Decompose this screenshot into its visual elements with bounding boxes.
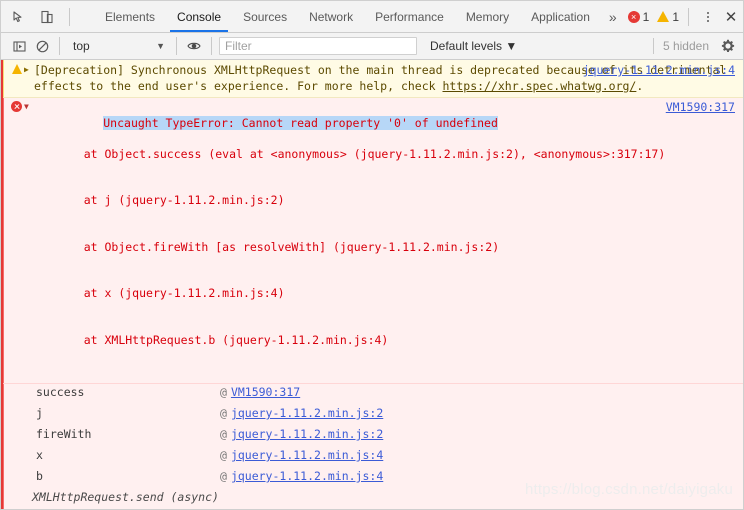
stack-frame-row[interactable]: x @ jquery-1.11.2.min.js:4 <box>4 448 743 469</box>
console-sidebar-eye-icon[interactable] <box>184 36 204 56</box>
filterbar-divider-3 <box>211 37 212 55</box>
frame-function-name: success <box>36 385 85 399</box>
stack-frame-row[interactable]: j @ jquery-1.11.2.min.js:2 <box>4 406 743 427</box>
panel-tabs: Elements Console Sources Network Perform… <box>94 1 625 32</box>
frame-function-name: fireWith <box>36 427 92 441</box>
console-left-accent <box>1 60 3 509</box>
log-levels-dropdown[interactable]: Default levels ▼ <box>430 39 517 53</box>
execution-context-selector[interactable]: top ▼ <box>67 39 169 53</box>
error-source-link[interactable]: VM1590:317 <box>666 100 735 114</box>
filterbar-divider-2 <box>176 37 177 55</box>
tabbar-right-divider <box>688 7 690 26</box>
frame-source-link[interactable]: jquery-1.11.2.min.js:2 <box>231 406 383 420</box>
frame-function-name: b <box>36 469 43 483</box>
warning-count-label: 1 <box>672 9 680 24</box>
chevron-down-icon: ▼ <box>156 41 165 51</box>
frame-at-symbol: @ <box>220 469 227 483</box>
frame-at-symbol: @ <box>220 427 227 441</box>
stack-frame-row[interactable]: fireWith @ jquery-1.11.2.min.js:2 <box>4 427 743 448</box>
close-icon[interactable]: ✕ <box>721 7 741 27</box>
tab-performance-label: Performance <box>375 9 444 24</box>
console-filter-bar: top ▼ Default levels ▼ 5 hidden <box>1 33 743 60</box>
stack-frame-list: success @ VM1590:317 j @ jquery-1.11.2.m… <box>1 384 743 509</box>
error-count-label: 1 <box>642 9 650 24</box>
tab-application-label: Application <box>531 9 590 24</box>
warning-text-part2: . <box>636 78 644 93</box>
clear-console-icon[interactable] <box>32 36 52 56</box>
tab-console-label: Console <box>177 9 222 24</box>
console-warning-message[interactable]: jquery-1.11.2.min.js:4 ▶ [Deprecation] S… <box>1 60 743 98</box>
kebab-menu-icon[interactable] <box>699 7 717 27</box>
tabbar-left-icons <box>1 1 80 32</box>
frame-source-link[interactable]: VM1590:317 <box>231 385 300 399</box>
tab-elements[interactable]: Elements <box>94 1 166 32</box>
error-row: ▼ Uncaught TypeError: Cannot read proper… <box>9 100 735 379</box>
warning-count-badge[interactable]: 1 <box>654 10 682 24</box>
stack-frame-row[interactable]: b @ jquery-1.11.2.min.js:4 <box>4 469 743 490</box>
warning-triangle-icon <box>657 11 670 22</box>
tabbar-right-controls: × 1 1 ✕ <box>625 1 743 32</box>
frame-source-link[interactable]: jquery-1.11.2.min.js:2 <box>231 427 383 441</box>
frame-at-symbol: @ <box>220 385 227 399</box>
device-toolbar-icon[interactable] <box>37 7 57 27</box>
error-stack-line: at j (jquery-1.11.2.min.js:2) <box>56 193 285 207</box>
hidden-messages-count: 5 hidden <box>652 38 717 54</box>
collapse-arrow-icon[interactable]: ▼ <box>24 100 34 111</box>
stack-frame-row[interactable]: success @ VM1590:317 <box>4 385 743 406</box>
filterbar-divider-1 <box>59 37 60 55</box>
execute-sidebar-icon[interactable] <box>9 36 29 56</box>
frame-at-symbol: @ <box>220 448 227 462</box>
tab-console[interactable]: Console <box>166 1 232 32</box>
xhr-spec-link[interactable]: https://xhr.spec.whatwg.org/ <box>443 79 637 93</box>
async-label: XMLHttpRequest.send (async) <box>32 490 219 504</box>
console-message-list[interactable]: jquery-1.11.2.min.js:4 ▶ [Deprecation] S… <box>1 60 743 509</box>
error-stack-line: at Object.success (eval at <anonymous> (… <box>56 146 666 161</box>
error-circle-icon <box>9 100 24 112</box>
frame-at-symbol: @ <box>220 406 227 420</box>
stack-async-separator: XMLHttpRequest.send (async) <box>4 490 743 509</box>
frame-source-link[interactable]: jquery-1.11.2.min.js:4 <box>231 469 383 483</box>
console-error-message[interactable]: VM1590:317 ▼ Uncaught TypeError: Cannot … <box>1 98 743 384</box>
more-tabs-icon[interactable]: » <box>601 1 625 32</box>
error-stack-line: at Object.fireWith [as resolveWith] (jqu… <box>56 239 500 254</box>
warning-source-link[interactable]: jquery-1.11.2.min.js:4 <box>583 63 735 77</box>
tab-sources-label: Sources <box>243 9 288 24</box>
inspect-cursor-icon[interactable] <box>9 7 29 27</box>
settings-gear-icon[interactable] <box>720 38 736 54</box>
error-body: Uncaught TypeError: Cannot read property… <box>34 100 735 379</box>
frame-source-link[interactable]: jquery-1.11.2.min.js:4 <box>231 448 383 462</box>
tab-application[interactable]: Application <box>520 1 601 32</box>
devtools-tabbar: Elements Console Sources Network Perform… <box>1 1 743 33</box>
tabbar-divider <box>69 7 70 26</box>
error-stack-line: at XMLHttpRequest.b (jquery-1.11.2.min.j… <box>56 332 389 347</box>
frame-function-name: j <box>36 406 43 420</box>
expand-arrow-icon[interactable]: ▶ <box>24 63 34 74</box>
error-stack-line: at x (jquery-1.11.2.min.js:4) <box>56 286 285 300</box>
tab-elements-label: Elements <box>105 9 156 24</box>
devtools-window: Elements Console Sources Network Perform… <box>0 0 744 510</box>
error-title: Uncaught TypeError: Cannot read property… <box>103 115 498 130</box>
tab-sources[interactable]: Sources <box>232 1 298 32</box>
tab-network-label: Network <box>309 9 354 24</box>
error-count-badge[interactable]: × 1 <box>625 10 653 24</box>
tab-performance[interactable]: Performance <box>364 1 455 32</box>
execution-context-label: top <box>73 39 90 53</box>
error-circle-icon: × <box>627 10 640 23</box>
frame-function-name: x <box>36 448 43 462</box>
tab-memory[interactable]: Memory <box>455 1 520 32</box>
warning-triangle-icon <box>9 63 24 74</box>
filter-input[interactable] <box>219 37 417 55</box>
tab-network[interactable]: Network <box>298 1 364 32</box>
tab-memory-label: Memory <box>465 9 510 24</box>
